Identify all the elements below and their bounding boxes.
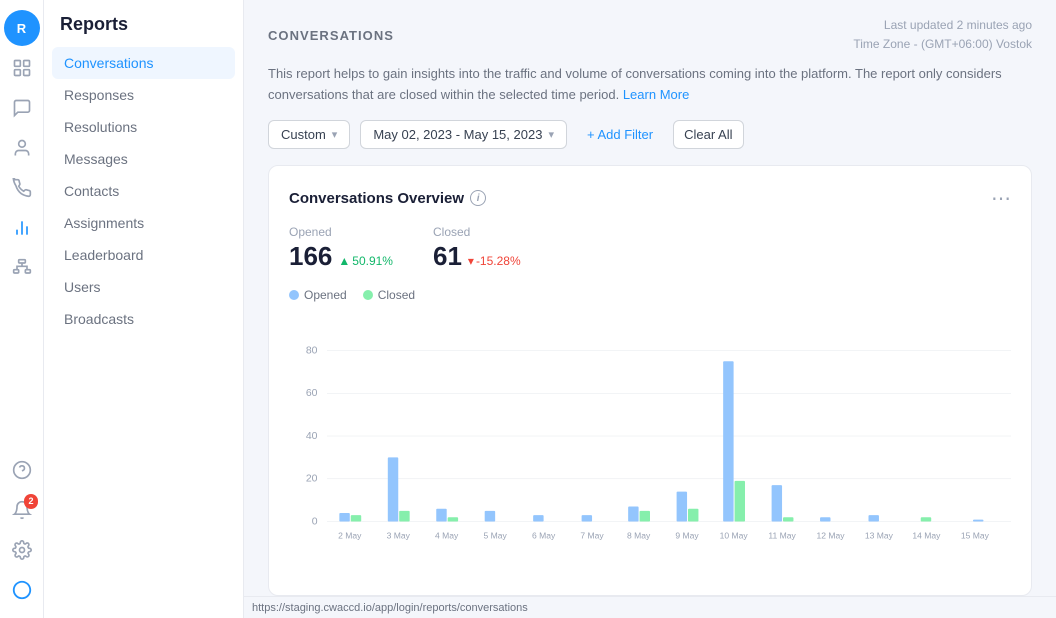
legend-closed-label: Closed [378,288,415,302]
icon-rail: R 2 [0,0,44,618]
svg-text:10 May: 10 May [720,531,749,541]
date-range-type-select[interactable]: Custom ▾ [268,120,350,149]
main-content: CONVERSATIONS Last updated 2 minutes ago… [244,0,1056,618]
closed-change: ▾ -15.28% [468,254,521,268]
last-updated: Last updated 2 minutes ago [853,16,1032,35]
svg-text:7 May: 7 May [580,531,604,541]
filter-bar: Custom ▾ May 02, 2023 - May 15, 2023 ▾ +… [244,120,1056,165]
chevron-down-icon-2: ▾ [548,128,554,141]
opened-label: Opened [289,225,393,239]
svg-text:6 May: 6 May [532,531,556,541]
chart-title: Conversations Overview [289,190,464,207]
svg-text:12 May: 12 May [816,531,845,541]
legend-dot-closed [363,290,373,300]
sidebar: Reports ConversationsResponsesResolution… [44,0,244,618]
sidebar-item-resolutions[interactable]: Resolutions [52,111,235,143]
status-url: https://staging.cwaccd.io/app/login/repo… [252,602,528,614]
notification-badge: 2 [24,494,37,509]
sidebar-nav: ConversationsResponsesResolutionsMessage… [44,43,243,339]
closed-stat: Closed 61 ▾ -15.28% [433,225,521,272]
opened-change: ▲ 50.91% [338,254,393,268]
chevron-down-icon: ▾ [332,128,338,141]
conversations-icon[interactable] [4,90,40,126]
svg-text:13 May: 13 May [865,531,894,541]
user-avatar[interactable]: R [4,10,40,46]
clear-all-button[interactable]: Clear All [673,120,743,149]
bottom-bar: https://staging.cwaccd.io/app/login/repo… [244,596,1056,618]
sidebar-item-assignments[interactable]: Assignments [52,207,235,239]
stats-row: Opened 166 ▲ 50.91% Closed 61 ▾ -15.28% [289,225,1011,272]
settings-icon[interactable] [4,532,40,568]
opened-value: 166 ▲ 50.91% [289,241,393,272]
legend-row: Opened Closed [289,288,1011,302]
svg-text:20: 20 [306,474,318,485]
reports-icon[interactable] [4,210,40,246]
closed-label: Closed [433,225,521,239]
closed-value: 61 ▾ -15.28% [433,241,521,272]
timezone: Time Zone - (GMT+06:00) Vostok [853,35,1032,54]
info-icon[interactable]: i [470,190,486,206]
svg-text:5 May: 5 May [484,531,508,541]
broadcast-icon[interactable] [4,170,40,206]
contacts-icon[interactable] [4,130,40,166]
opened-stat: Opened 166 ▲ 50.91% [289,225,393,272]
sidebar-item-responses[interactable]: Responses [52,79,235,111]
chart-title-row: Conversations Overview i [289,190,486,207]
date-range-type-label: Custom [281,127,326,142]
sidebar-item-contacts[interactable]: Contacts [52,175,235,207]
svg-text:40: 40 [306,431,318,442]
chart-card: Conversations Overview i ⋯ Opened 166 ▲ … [268,165,1032,596]
svg-text:2 May: 2 May [338,531,362,541]
sidebar-item-users[interactable]: Users [52,271,235,303]
header-meta: Last updated 2 minutes ago Time Zone - (… [853,16,1032,54]
sidebar-item-leaderboard[interactable]: Leaderboard [52,239,235,271]
svg-text:8 May: 8 May [627,531,651,541]
svg-text:14 May: 14 May [912,531,941,541]
chatwoot-logo [4,572,40,608]
sidebar-item-conversations[interactable]: Conversations [52,47,235,79]
home-icon[interactable] [4,50,40,86]
legend-opened: Opened [289,288,347,302]
main-header: CONVERSATIONS Last updated 2 minutes ago… [244,0,1056,64]
description: This report helps to gain insights into … [244,64,1056,120]
date-range-value-label: May 02, 2023 - May 15, 2023 [373,127,542,142]
svg-text:60: 60 [306,388,318,399]
svg-text:11 May: 11 May [768,531,796,541]
more-options-icon[interactable]: ⋯ [991,186,1011,211]
chart-header: Conversations Overview i ⋯ [289,186,1011,211]
legend-closed: Closed [363,288,415,302]
svg-text:4 May: 4 May [435,531,459,541]
page-title: CONVERSATIONS [268,28,394,43]
learn-more-link[interactable]: Learn More [623,87,689,102]
svg-text:0: 0 [312,516,318,527]
support-icon[interactable] [4,452,40,488]
notification-icon[interactable]: 2 [4,492,40,528]
svg-text:80: 80 [306,345,318,356]
sidebar-item-messages[interactable]: Messages [52,143,235,175]
svg-text:3 May: 3 May [387,531,411,541]
chart-area: 80 60 40 20 0 2 May 3 May [289,312,1011,579]
sidebar-title: Reports [44,0,243,43]
arrow-down-icon: ▾ [468,254,474,268]
svg-text:9 May: 9 May [675,531,699,541]
add-filter-button[interactable]: + Add Filter [577,121,663,148]
legend-dot-opened [289,290,299,300]
legend-opened-label: Opened [304,288,347,302]
org-icon[interactable] [4,250,40,286]
date-range-value-select[interactable]: May 02, 2023 - May 15, 2023 ▾ [360,120,567,149]
arrow-up-icon: ▲ [338,254,350,268]
sidebar-item-broadcasts[interactable]: Broadcasts [52,303,235,335]
svg-text:15 May: 15 May [961,531,990,541]
